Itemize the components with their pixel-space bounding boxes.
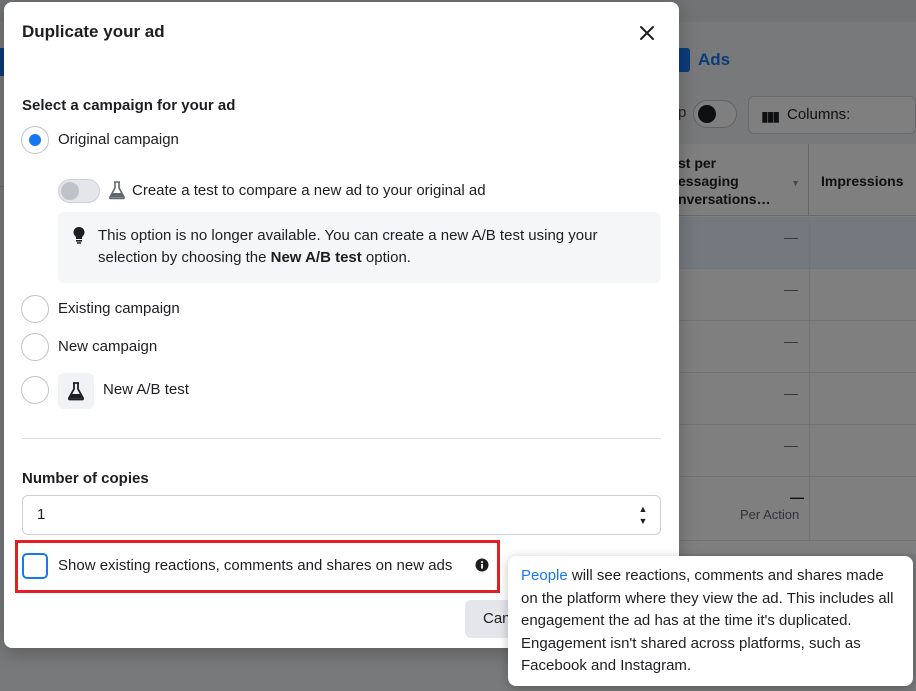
radio-new-ab-test[interactable] (21, 376, 49, 404)
option-label-ab-test: New A/B test (103, 381, 189, 398)
ab-test-icon-box (58, 373, 94, 409)
radio-existing-campaign[interactable] (21, 295, 49, 323)
option-label-original: Original campaign (58, 131, 179, 148)
info-text-part: option. (361, 249, 411, 266)
campaign-section-label: Select a campaign for your ad (22, 97, 236, 114)
show-reactions-label: Show existing reactions, comments and sh… (58, 557, 453, 574)
lightbulb-icon (73, 227, 85, 244)
option-label-new: New campaign (58, 338, 158, 355)
tooltip-text: People will see reactions, comments and … (521, 565, 901, 678)
reactions-tooltip: People will see reactions, comments and … (508, 556, 913, 686)
dialog-title: Duplicate your ad (22, 22, 165, 41)
show-reactions-checkbox[interactable] (22, 553, 48, 579)
create-test-toggle[interactable] (58, 179, 100, 203)
radio-original-campaign[interactable] (21, 126, 49, 154)
toggle-knob (61, 182, 79, 200)
copies-input[interactable]: 1 ▲ ▼ (22, 495, 661, 535)
stepper-arrows-icon[interactable]: ▲ ▼ (638, 503, 648, 529)
tooltip-body: will see reactions, comments and shares … (521, 567, 894, 674)
flask-icon (67, 382, 85, 401)
duplicate-ad-dialog: Duplicate your ad Select a campaign for … (4, 2, 679, 648)
copies-label: Number of copies (22, 470, 149, 487)
create-test-label: Create a test to compare a new ad to you… (132, 182, 486, 199)
people-link[interactable]: People (521, 567, 568, 584)
option-label-existing: Existing campaign (58, 300, 180, 317)
info-text-bold: New A/B test (270, 249, 362, 266)
flask-icon (109, 181, 125, 200)
cancel-label: Can (483, 610, 511, 627)
info-notice: This option is no longer available. You … (58, 212, 661, 283)
close-icon (640, 26, 654, 40)
section-divider (22, 438, 661, 439)
radio-new-campaign[interactable] (21, 333, 49, 361)
info-icon[interactable] (475, 558, 489, 572)
info-text: This option is no longer available. You … (98, 225, 646, 269)
close-button[interactable] (632, 18, 662, 48)
copies-value: 1 (37, 506, 46, 523)
